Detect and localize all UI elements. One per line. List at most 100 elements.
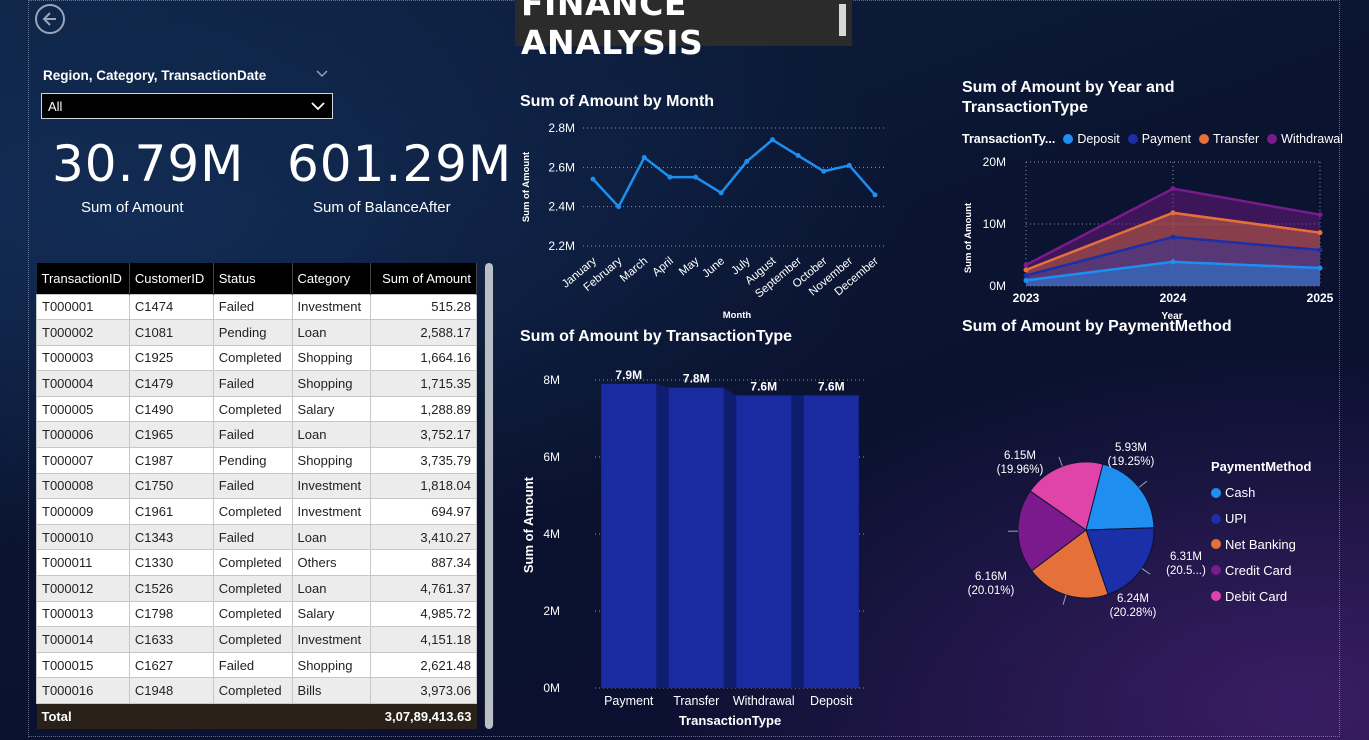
table-row[interactable]: T000012 C1526 Completed Loan 4,761.37 bbox=[36, 575, 477, 602]
cell-amount: 1,818.04 bbox=[370, 472, 477, 500]
legend-item-net-banking[interactable]: Net Banking bbox=[1211, 532, 1311, 558]
line-point[interactable] bbox=[616, 204, 622, 210]
chevron-down-icon[interactable] bbox=[315, 68, 329, 78]
bar-data-label: 7.6M bbox=[750, 379, 777, 393]
table-row[interactable]: T000006 C1965 Failed Loan 3,752.17 bbox=[36, 421, 477, 449]
line-point[interactable] bbox=[872, 192, 878, 198]
area-point[interactable] bbox=[1023, 267, 1029, 273]
col-header-status[interactable]: Status bbox=[213, 263, 293, 294]
table-row[interactable]: T000001 C1474 Failed Investment 515.28 bbox=[36, 293, 477, 321]
legend-item-cash[interactable]: Cash bbox=[1211, 480, 1311, 506]
slicer-dropdown[interactable]: All bbox=[41, 93, 333, 119]
cell-customerid: C1627 bbox=[128, 651, 214, 679]
legend-dot-net-banking bbox=[1211, 539, 1221, 550]
cell-category: Bills bbox=[291, 677, 372, 704]
area-point[interactable] bbox=[1170, 234, 1176, 240]
area-point[interactable] bbox=[1023, 272, 1029, 278]
cell-status: Completed bbox=[212, 344, 293, 372]
legend-item-payment[interactable]: Payment bbox=[1127, 132, 1191, 146]
pie-leader-line bbox=[1141, 568, 1151, 575]
table-row[interactable]: T000013 C1798 Completed Salary 4,985.72 bbox=[36, 600, 477, 628]
back-button[interactable] bbox=[35, 4, 65, 34]
cell-category: Loan bbox=[291, 575, 372, 602]
area-point[interactable] bbox=[1317, 265, 1323, 271]
pie-chart-by-payment-method[interactable]: 6.31M (20.5...) 6.24M (20.28%) 6.16M (20.01%)… bbox=[958, 430, 1208, 630]
legend-dot-cash bbox=[1211, 487, 1221, 498]
legend-item-transfer[interactable]: Transfer bbox=[1199, 132, 1259, 146]
cell-transactionid: T000013 bbox=[36, 600, 130, 628]
cell-status: Failed bbox=[212, 370, 293, 397]
legend-item-upi[interactable]: UPI bbox=[1211, 506, 1311, 532]
table-row[interactable]: T000004 C1479 Failed Shopping 1,715.35 bbox=[36, 370, 477, 397]
col-header-category[interactable]: Category bbox=[292, 263, 372, 294]
table-row[interactable]: T000014 C1633 Completed Investment 4,151.18 bbox=[36, 626, 477, 653]
back-arrow-icon bbox=[42, 12, 56, 26]
area-chart-by-year-type[interactable]: 0M10M20M2023 2024 2025YearSum of Amount bbox=[958, 150, 1338, 325]
area-point[interactable] bbox=[1170, 259, 1176, 265]
line-point[interactable] bbox=[590, 176, 596, 182]
legend-item-withdrawal[interactable]: Withdrawal bbox=[1267, 132, 1343, 146]
cell-transactionid: T000007 bbox=[36, 447, 130, 474]
line-point[interactable] bbox=[693, 174, 699, 180]
table-scrollbar[interactable] bbox=[484, 263, 494, 729]
table-row[interactable]: T000003 C1925 Completed Shopping 1,664.16 bbox=[36, 344, 477, 372]
legend-item-debit-card[interactable]: Debit Card bbox=[1211, 583, 1311, 609]
line-point[interactable] bbox=[795, 153, 801, 159]
line-point[interactable] bbox=[667, 174, 673, 180]
table-row[interactable]: T000008 C1750 Failed Investment 1,818.04 bbox=[36, 472, 477, 500]
bar[interactable] bbox=[668, 387, 724, 688]
cell-transactionid: T000004 bbox=[36, 370, 130, 397]
cell-transactionid: T000008 bbox=[36, 472, 130, 500]
x-axis-title: Month bbox=[723, 310, 752, 321]
bar[interactable] bbox=[803, 395, 859, 688]
line-point[interactable] bbox=[718, 190, 724, 196]
bar-chart-by-transaction-type[interactable]: 0M 2M 4M 6M 8M 7.9M Payment 7.8M Transfer 7.6M Wit… bbox=[515, 360, 895, 735]
cell-category: Shopping bbox=[291, 344, 372, 372]
col-header-transactionid[interactable]: TransactionID bbox=[36, 263, 130, 294]
area-point[interactable] bbox=[1317, 230, 1323, 236]
cell-category: Investment bbox=[291, 293, 372, 321]
table-row[interactable]: T000016 C1948 Completed Bills 3,973.06 bbox=[36, 677, 477, 704]
line-point[interactable] bbox=[744, 158, 750, 164]
line-point[interactable] bbox=[769, 137, 775, 143]
table-scrollbar-thumb[interactable] bbox=[485, 263, 493, 729]
table-row[interactable]: T000007 C1987 Pending Shopping 3,735.79 bbox=[36, 447, 477, 474]
area-point[interactable] bbox=[1317, 212, 1323, 218]
slicer-label: Region, Category, TransactionDate bbox=[43, 68, 267, 83]
col-header-sum-of-amount[interactable]: Sum of Amount bbox=[370, 263, 477, 294]
cell-status: Failed bbox=[212, 293, 293, 321]
area-point[interactable] bbox=[1317, 247, 1323, 253]
table-row[interactable]: T000015 C1627 Failed Shopping 2,621.48 bbox=[36, 651, 477, 679]
cell-category: Shopping bbox=[291, 651, 372, 679]
line-point[interactable] bbox=[846, 162, 852, 168]
table-row[interactable]: T000005 C1490 Completed Salary 1,288.89 bbox=[36, 395, 477, 423]
area-point[interactable] bbox=[1023, 262, 1029, 268]
table-row[interactable]: T000009 C1961 Completed Investment 694.97 bbox=[36, 498, 477, 525]
line-point[interactable] bbox=[821, 168, 827, 174]
legend-item-credit-card[interactable]: Credit Card bbox=[1211, 557, 1311, 583]
bar-data-label: 7.8M bbox=[683, 372, 710, 386]
kpi-amount-value: 30.79M bbox=[52, 135, 245, 193]
x-tick-label: 2025 bbox=[1307, 291, 1334, 305]
table-row[interactable]: T000011 C1330 Completed Others 887.34 bbox=[36, 549, 477, 577]
col-header-customerid[interactable]: CustomerID bbox=[129, 263, 214, 294]
line-chart-by-month[interactable]: 2.2M2.4M2.6M2.8MJanuaryFebruaryMarch Apri… bbox=[515, 112, 895, 322]
x-tick-label: 2024 bbox=[1160, 291, 1187, 305]
chart-title-by-year-type: Sum of Amount by Year and TransactionTyp… bbox=[962, 79, 1175, 116]
line-point[interactable] bbox=[641, 155, 647, 160]
table-header-row: TransactionID CustomerID Status Category… bbox=[36, 263, 477, 294]
y-tick-label: 8M bbox=[543, 373, 560, 387]
table-row[interactable]: T000002 C1081 Pending Loan 2,588.17 bbox=[36, 319, 477, 346]
bar[interactable] bbox=[601, 383, 657, 688]
bar[interactable] bbox=[736, 395, 792, 688]
table-row[interactable]: T000010 C1343 Failed Loan 3,410.27 bbox=[36, 523, 477, 551]
area-point[interactable] bbox=[1023, 277, 1029, 283]
area-point[interactable] bbox=[1170, 210, 1176, 216]
area-point[interactable] bbox=[1170, 186, 1176, 192]
cell-transactionid: T000012 bbox=[36, 575, 130, 602]
legend-item-deposit[interactable]: Deposit bbox=[1063, 132, 1120, 146]
pie-leader-line bbox=[1138, 480, 1148, 488]
cell-transactionid: T000009 bbox=[36, 498, 130, 525]
pie-percent-label: (19.25%) bbox=[1108, 456, 1155, 468]
legend-label: Transfer bbox=[1213, 132, 1260, 146]
